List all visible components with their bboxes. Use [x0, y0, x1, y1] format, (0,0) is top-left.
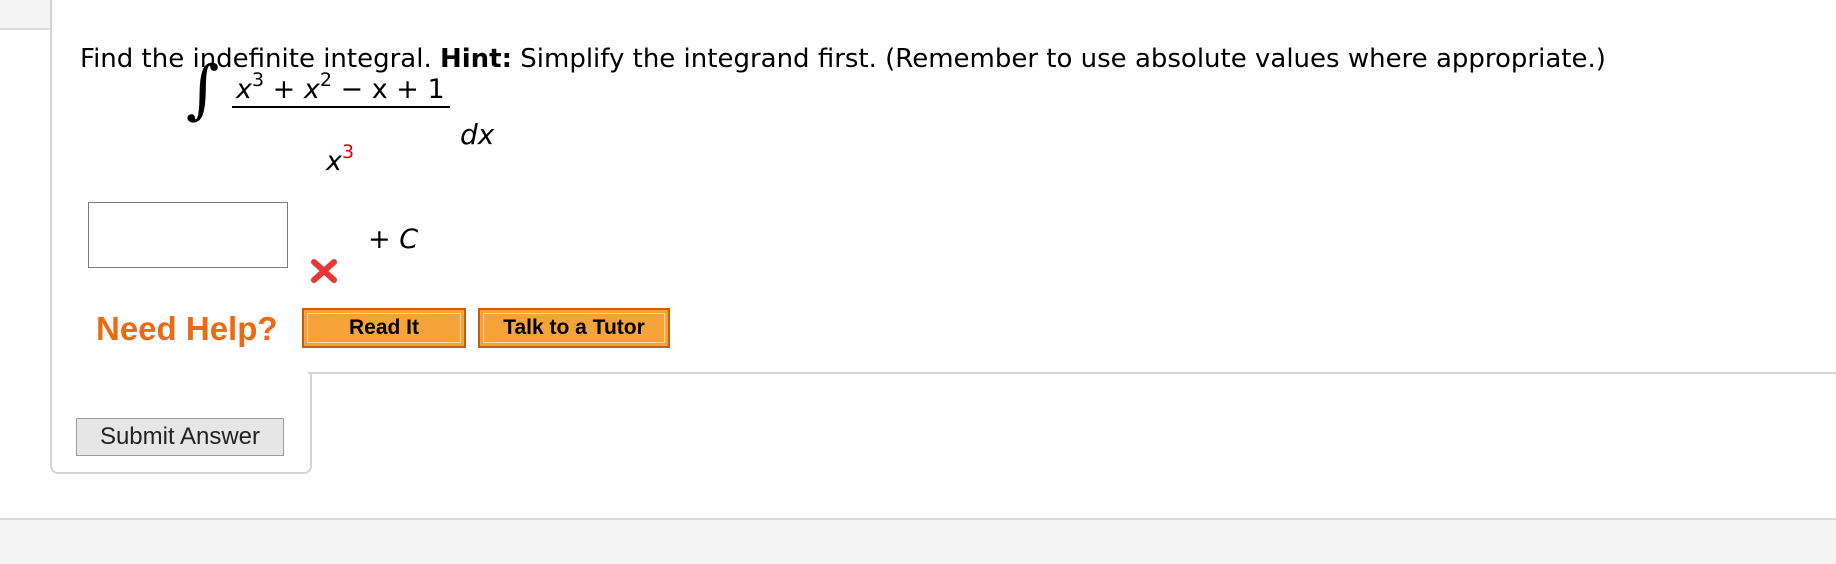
- need-help-label: Need Help?: [96, 310, 278, 347]
- integrand-numerator: x3 + x2 − x + 1: [236, 69, 445, 105]
- x-mark-icon: [311, 259, 337, 283]
- talk-to-tutor-button[interactable]: Talk to a Tutor: [478, 308, 670, 348]
- plus-constant: + C: [368, 224, 419, 255]
- question-box-divider: [308, 372, 1836, 374]
- fraction-bar: [232, 106, 450, 108]
- submit-answer-button[interactable]: Submit Answer: [76, 418, 284, 456]
- question-suffix: Simplify the integrand first. (Remember …: [512, 44, 1606, 74]
- read-it-label: Read It: [307, 313, 461, 343]
- question-text: Find the indefinite integral. Hint: Simp…: [80, 44, 1606, 74]
- hint-label: Hint:: [439, 44, 512, 74]
- answer-input[interactable]: [88, 202, 288, 268]
- differential: dx: [460, 118, 495, 151]
- talk-to-tutor-label: Talk to a Tutor: [483, 313, 665, 343]
- integral-sign: ∫: [186, 53, 220, 127]
- read-it-button[interactable]: Read It: [302, 308, 466, 348]
- denominator-exponent: 3: [341, 141, 355, 163]
- integrand-denominator: x3: [326, 141, 355, 177]
